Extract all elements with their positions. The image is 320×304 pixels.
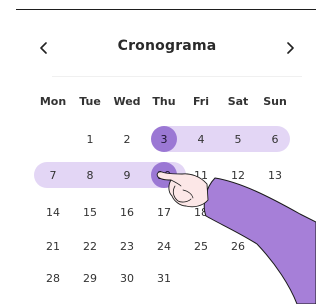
calendar-header: Cronograma [36,36,298,60]
calendar-title: Cronograma [117,38,217,54]
day-cell[interactable]: 26 [220,234,256,258]
top-divider [16,9,316,10]
weekday-header-thu: Thu [152,95,176,108]
header-divider [52,76,302,77]
weekday-header-fri: Fri [192,95,209,108]
day-cell[interactable]: 15 [72,200,108,224]
day-cell[interactable]: 23 [109,234,145,258]
day-cell[interactable]: 29 [72,266,108,290]
day-cell[interactable]: 18 [183,200,219,224]
day-cell[interactable]: 21 [35,234,71,258]
day-cell[interactable]: 4 [183,127,219,151]
selected-day-cell[interactable]: 3 [151,126,177,152]
day-cell[interactable]: 16 [109,200,145,224]
day-cell[interactable]: 30 [109,266,145,290]
day-cell[interactable]: 28 [35,266,71,290]
day-cell[interactable]: 17 [146,200,182,224]
weekday-header-tue: Tue [79,95,101,108]
day-cell[interactable]: 24 [146,234,182,258]
day-cell[interactable]: 25 [183,234,219,258]
day-cell[interactable]: 11 [183,163,219,187]
day-cell[interactable]: 31 [146,266,182,290]
selected-day-cell[interactable]: 10 [151,162,177,188]
day-cell[interactable]: 22 [72,234,108,258]
weekday-header-mon: Mon [39,95,67,108]
day-cell[interactable]: 27 [257,234,293,258]
chevron-right-icon [285,39,295,58]
day-cell[interactable]: 2 [109,127,145,151]
day-cell[interactable]: 19 [220,200,256,224]
next-month-button[interactable] [280,36,300,60]
calendar-screen: Cronograma Mon Tue Wed Thu Fri Sat Sun 1234567… [0,0,316,304]
day-cell[interactable]: 6 [257,127,293,151]
weekday-header-sun: Sun [263,95,287,108]
day-cell[interactable]: 20 [257,200,293,224]
day-cell[interactable]: 1 [72,127,108,151]
day-cell[interactable]: 5 [220,127,256,151]
day-cell[interactable]: 12 [220,163,256,187]
day-cell[interactable]: 7 [35,163,71,187]
weekday-header-wed: Wed [113,95,141,108]
day-cell[interactable]: 9 [109,163,145,187]
day-cell[interactable]: 14 [35,200,71,224]
weekday-header-sat: Sat [227,95,249,108]
day-cell[interactable]: 13 [257,163,293,187]
day-cell[interactable]: 8 [72,163,108,187]
